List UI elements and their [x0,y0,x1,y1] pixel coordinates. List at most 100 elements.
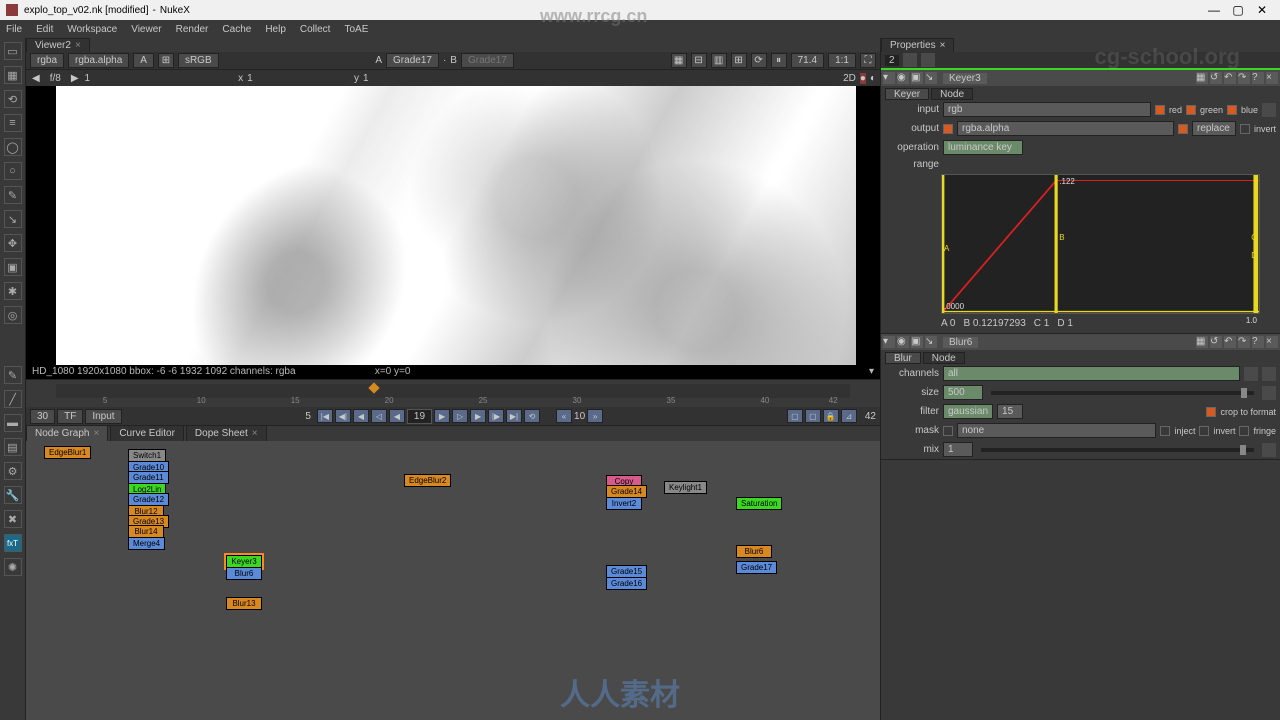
undo-icon[interactable]: ↶ [1224,72,1236,84]
first-frame-button[interactable]: |◀ [317,409,333,423]
output-checkbox[interactable] [943,124,953,134]
tab-dope-sheet[interactable]: Dope Sheet× [186,425,267,442]
tool-spark[interactable]: ✺ [4,558,22,576]
tab-curve-editor[interactable]: Curve Editor [110,425,184,442]
menu-help[interactable]: Help [265,24,286,35]
node-icon[interactable]: ▣ [911,336,923,348]
colorspace-dropdown[interactable]: sRGB [178,53,219,68]
menu-collect[interactable]: Collect [300,24,331,35]
collapse-icon[interactable]: ▾ [883,72,895,84]
node-icon[interactable]: ▣ [911,72,923,84]
channels-add-icon[interactable] [1262,367,1276,381]
drag-icon[interactable]: ▦ [1196,336,1208,348]
revert-icon[interactable]: ↺ [1210,72,1222,84]
current-frame[interactable]: 19 [407,409,432,424]
zoom-ratio[interactable]: 1:1 [828,53,856,68]
replace-checkbox[interactable] [1178,124,1188,134]
properties-tab[interactable]: Properties × [881,38,954,53]
output-dropdown[interactable]: rgba.alpha [957,121,1174,136]
tool-path[interactable]: ↘ [4,210,22,228]
enable-icon[interactable]: ◉ [897,72,909,84]
pause-icon[interactable]: ⏸ [771,53,787,68]
viewer-mode[interactable]: 2D [843,73,856,84]
prev-frame-button[interactable]: ◀ [353,409,369,423]
tool-cross[interactable]: ✖ [4,510,22,528]
play-button[interactable]: ▶ [434,409,450,423]
step-back-button[interactable]: ◁ [371,409,387,423]
record-icon[interactable]: ● [860,73,866,84]
expand-icon[interactable]: ⛶ [860,53,876,68]
layer-dropdown[interactable]: A [133,53,154,68]
red-checkbox[interactable] [1155,105,1165,115]
crop-checkbox[interactable] [1206,407,1216,417]
help-icon[interactable]: ? [1252,336,1264,348]
tool-doc[interactable]: ▤ [4,438,22,456]
refresh-icon[interactable]: ⟳ [751,53,767,68]
replace-dropdown[interactable]: replace [1192,121,1236,136]
mix-field[interactable]: 1 [943,442,973,457]
minimize-button[interactable]: — [1202,3,1226,17]
tool-star[interactable]: ✱ [4,282,22,300]
last-frame-button[interactable]: ▶| [506,409,522,423]
node-blur13[interactable]: Blur13 [226,597,262,610]
tool-circle[interactable]: ◯ [4,138,22,156]
tool-select[interactable]: ▭ [4,42,22,60]
input-a-dropdown[interactable]: Grade17 [386,53,439,68]
tool-fxt[interactable]: fxT [4,534,22,552]
range-start-button[interactable]: « [556,409,572,423]
tool-circle2[interactable]: ○ [4,162,22,180]
close-icon[interactable]: × [93,428,99,439]
menu-render[interactable]: Render [176,24,209,35]
menu-toae[interactable]: ToAE [344,24,368,35]
subtab-node[interactable]: Node [923,352,965,364]
mix-anim-icon[interactable] [1262,443,1276,457]
next-key-button[interactable]: |▶ [488,409,504,423]
prev-key-button[interactable]: ◀| [335,409,351,423]
invert-checkbox[interactable] [1199,426,1209,436]
size-end-icon[interactable] [1262,386,1276,400]
node-saturation[interactable]: Saturation [736,497,782,510]
node-blur6[interactable]: Blur6 [736,545,772,558]
size-field[interactable]: 500 [943,385,983,400]
node-merge4[interactable]: Merge4 [128,537,165,550]
prev-arrow[interactable]: ◀ [30,73,42,84]
channel-b-dropdown[interactable]: rgba.alpha [68,53,129,68]
maximize-button[interactable]: ▢ [1226,3,1250,17]
step-fwd-button[interactable]: ▷ [452,409,468,423]
menu-viewer[interactable]: Viewer [131,24,161,35]
viewer-tab[interactable]: Viewer2 × [26,38,90,53]
zoom-level[interactable]: 71.4 [791,53,824,68]
out-button[interactable]: ▢ [805,409,821,423]
link-icon[interactable]: ↘ [925,336,937,348]
viewport[interactable] [26,86,880,365]
invert-checkbox[interactable] [1240,124,1250,134]
redo-icon[interactable]: ↷ [1238,336,1250,348]
tool-target[interactable]: ◎ [4,306,22,324]
tool-marquee[interactable]: ▦ [4,66,22,84]
tool-cube[interactable]: ▣ [4,258,22,276]
undo-icon[interactable]: ↶ [1224,336,1236,348]
roi-icon[interactable]: ▦ [671,53,687,68]
close-icon[interactable]: × [940,40,946,51]
channels-end-icon[interactable] [1244,367,1258,381]
node-graph[interactable]: EdgeBlur1Switch1Grade10Grade11Log2LinGra… [26,441,880,720]
trash-icon[interactable] [921,53,935,67]
node-invert2[interactable]: Invert2 [606,497,642,510]
close-icon[interactable]: × [252,428,258,439]
mix-slider[interactable] [981,448,1254,452]
tool-box[interactable]: ▬ [4,414,22,432]
tool-move[interactable]: ✥ [4,234,22,252]
enable-icon[interactable]: ◉ [897,336,909,348]
range-end-button[interactable]: » [587,409,603,423]
inject-checkbox[interactable] [1160,426,1170,436]
wipe-icon[interactable]: ◐ [870,73,876,84]
in-button[interactable]: ▢ [787,409,803,423]
tool-brush[interactable]: ✎ [4,186,22,204]
channel-a-dropdown[interactable]: rgba [30,53,64,68]
playhead[interactable] [368,382,379,393]
lock-icon[interactable] [903,53,917,67]
toggle-icon[interactable]: ⊞ [158,53,174,68]
drag-icon[interactable]: ▦ [1196,72,1208,84]
timeline[interactable]: 5 10 15 20 25 30 35 40 42 [26,379,880,407]
node-edgeblur2[interactable]: EdgeBlur2 [404,474,451,487]
